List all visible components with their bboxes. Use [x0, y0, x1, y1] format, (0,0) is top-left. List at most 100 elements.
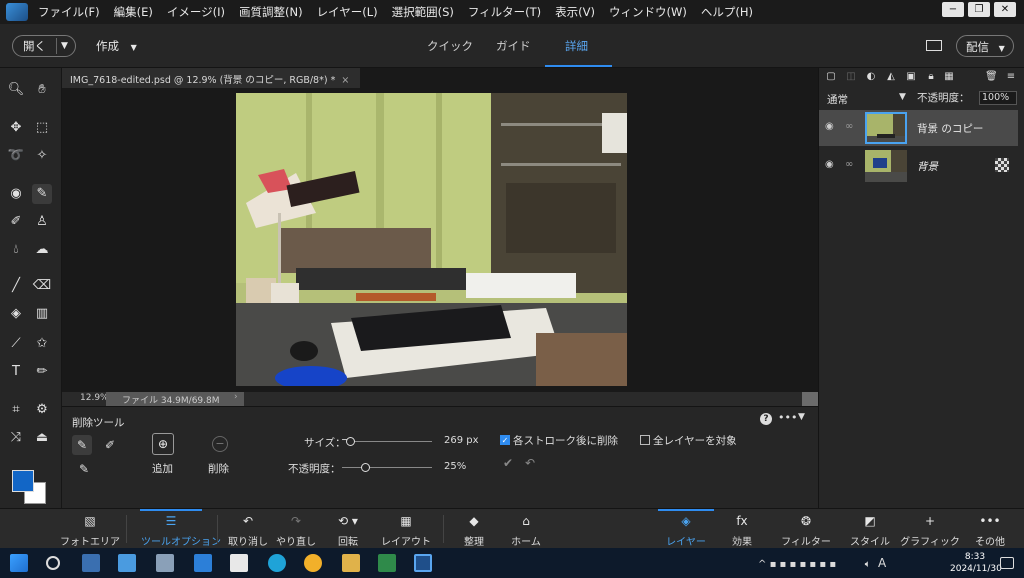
content-aware-move-tool-icon[interactable]: ⤨	[6, 428, 26, 448]
notification-icon[interactable]	[1000, 557, 1014, 569]
lock-icon[interactable]: 🔒︎	[925, 71, 937, 83]
new-layer-icon[interactable]: ▢	[825, 71, 837, 83]
close-window-button[interactable]: ✕	[994, 2, 1016, 17]
tab-quick[interactable]: クイック	[427, 38, 473, 54]
foreground-color-swatch[interactable]	[12, 470, 34, 492]
tab-expert[interactable]: 詳細	[565, 38, 588, 54]
tab-guided[interactable]: ガイド	[496, 38, 531, 54]
red-eye-tool-icon[interactable]: ◉	[6, 184, 26, 204]
custom-shape-tool-icon[interactable]: ✩	[32, 334, 52, 354]
taskbar-app-icon[interactable]	[378, 554, 396, 572]
sponge-tool-icon[interactable]: ☁	[32, 240, 52, 260]
spot-brush-icon[interactable]: ✐	[100, 435, 120, 455]
file-explorer-icon[interactable]	[342, 554, 360, 572]
menu-select[interactable]: 選択範囲(S)	[392, 4, 454, 20]
opacity-slider-knob[interactable]	[360, 463, 370, 472]
calculator-icon[interactable]	[156, 554, 174, 572]
opacity-slider[interactable]	[342, 467, 432, 468]
panel-menu-icon[interactable]: ≡	[1005, 71, 1017, 83]
minimize-button[interactable]: −	[942, 2, 964, 17]
store-icon[interactable]	[82, 554, 100, 572]
menu-window[interactable]: ウィンドウ(W)	[609, 4, 687, 20]
eyedropper-tool-icon[interactable]: ⟋	[6, 334, 26, 354]
restore-button[interactable]: ❐	[968, 2, 990, 17]
chevron-down-icon[interactable]: ▼	[899, 92, 906, 102]
lock-transparency-icon[interactable]: ▦	[943, 71, 955, 83]
gradient-tool-icon[interactable]: ▥	[32, 304, 52, 324]
crop-tool-icon[interactable]: ⌗	[6, 400, 26, 420]
menu-layer[interactable]: レイヤー(L)	[317, 4, 378, 20]
tool-options-button[interactable]: ☰ ツールオプション	[141, 513, 221, 548]
chevron-down-icon[interactable]: ▼	[57, 41, 68, 51]
menu-help[interactable]: ヘルプ(H)	[701, 4, 753, 20]
chrome-icon[interactable]	[304, 554, 322, 572]
menu-view[interactable]: 表示(V)	[555, 4, 595, 20]
fill-layer-icon[interactable]: ◭	[885, 71, 897, 83]
trash-icon[interactable]: 🗑︎	[985, 71, 998, 83]
marquee-tool-icon[interactable]: ⬚	[32, 118, 52, 138]
healing-brush-tool-icon[interactable]: ✐	[6, 212, 26, 232]
more-icon[interactable]: •••	[778, 411, 797, 424]
organizer-button[interactable]: ◆ 整理	[444, 513, 504, 548]
help-icon[interactable]: ?	[760, 413, 772, 425]
layer-opacity-input[interactable]: 100%	[979, 91, 1017, 105]
ime-indicator[interactable]: A	[878, 556, 886, 570]
add-button[interactable]: ⊕	[152, 433, 174, 455]
quick-selection-tool-icon[interactable]: ✧	[32, 146, 52, 166]
layer-name[interactable]: 背景	[917, 159, 938, 174]
healing-brush-icon[interactable]: ✎	[74, 459, 94, 479]
chevron-right-icon[interactable]: ›	[234, 392, 244, 402]
straighten-tool-icon[interactable]: ⏏	[32, 428, 52, 448]
styles-button[interactable]: ◩ スタイル	[840, 513, 900, 548]
search-icon[interactable]	[46, 556, 60, 570]
clock[interactable]: 8:33 2024/11/30	[950, 551, 1002, 575]
taskbar-app-icon[interactable]	[194, 554, 212, 572]
chevron-up-icon[interactable]: ^	[758, 559, 766, 570]
menu-edit[interactable]: 編集(E)	[114, 4, 153, 20]
menu-file[interactable]: ファイル(F)	[38, 4, 100, 20]
move-tool-icon[interactable]: ✥	[6, 118, 26, 138]
recompose-tool-icon[interactable]: ⚙︎	[32, 400, 52, 420]
eye-icon[interactable]: ◉	[825, 159, 834, 170]
all-layers-checkbox[interactable]	[640, 435, 650, 445]
mask-icon[interactable]: ▣	[905, 71, 917, 83]
photoshop-elements-icon[interactable]	[414, 554, 432, 572]
size-slider-knob[interactable]	[345, 437, 355, 446]
close-icon[interactable]: ×	[341, 75, 349, 86]
taskbar-app-icon[interactable]	[118, 554, 136, 572]
link-icon[interactable]: ∞	[845, 121, 853, 132]
layers-button[interactable]: ◈ レイヤー	[656, 513, 716, 548]
edge-icon[interactable]	[268, 554, 286, 572]
adjustment-layer-icon[interactable]: ◐	[865, 71, 877, 83]
share-button[interactable]: 配信 ▼	[956, 35, 1014, 57]
new-group-icon[interactable]: ◫	[845, 71, 857, 83]
notepad-icon[interactable]	[230, 554, 248, 572]
document-tab[interactable]: IMG_7618-edited.psd @ 12.9% (背景 のコピー, RG…	[62, 68, 360, 88]
link-icon[interactable]: ∞	[845, 159, 853, 170]
layout-button[interactable]: ▦ レイアウト	[376, 513, 436, 548]
rotate-button[interactable]: ⟲ ▾ 回転	[318, 513, 378, 548]
scrollbar-corner[interactable]	[802, 392, 818, 406]
redo-button[interactable]: ↷ やり直し	[266, 513, 326, 548]
remove-brush-icon[interactable]: ✎	[72, 435, 92, 455]
open-button[interactable]: 開く ▼	[12, 35, 76, 57]
eye-icon[interactable]: ◉	[825, 121, 834, 132]
menu-enhance[interactable]: 画質調整(N)	[239, 4, 303, 20]
lasso-tool-icon[interactable]: ➰	[6, 146, 26, 166]
layer-row[interactable]: ◉ ∞ 背景 のコピー	[819, 110, 1018, 146]
delete-button[interactable]: −	[212, 436, 228, 452]
menu-image[interactable]: イメージ(I)	[167, 4, 225, 20]
brush-tool-icon[interactable]: ╱	[6, 276, 26, 296]
layer-name[interactable]: 背景 のコピー	[917, 121, 983, 136]
home-button[interactable]: ⌂ ホーム	[496, 513, 556, 548]
layer-row[interactable]: ◉ ∞ 背景	[819, 148, 1018, 184]
graphics-button[interactable]: + グラフィック	[900, 513, 960, 548]
filters-button[interactable]: ❂ フィルター	[776, 513, 836, 548]
type-tool-icon[interactable]: T	[6, 362, 26, 382]
remove-tool-icon[interactable]: ✎	[32, 184, 52, 204]
zoom-readout[interactable]: 12.9%	[80, 393, 109, 403]
blur-tool-icon[interactable]: 💧︎	[6, 240, 26, 260]
undo-icon[interactable]: ↶	[520, 453, 540, 473]
system-tray[interactable]: ^ ▪ ▪ ▪ ▪ ▪ ▪ ▪ 🔈︎ A	[758, 556, 886, 570]
clone-stamp-tool-icon[interactable]: ♙	[32, 212, 52, 232]
